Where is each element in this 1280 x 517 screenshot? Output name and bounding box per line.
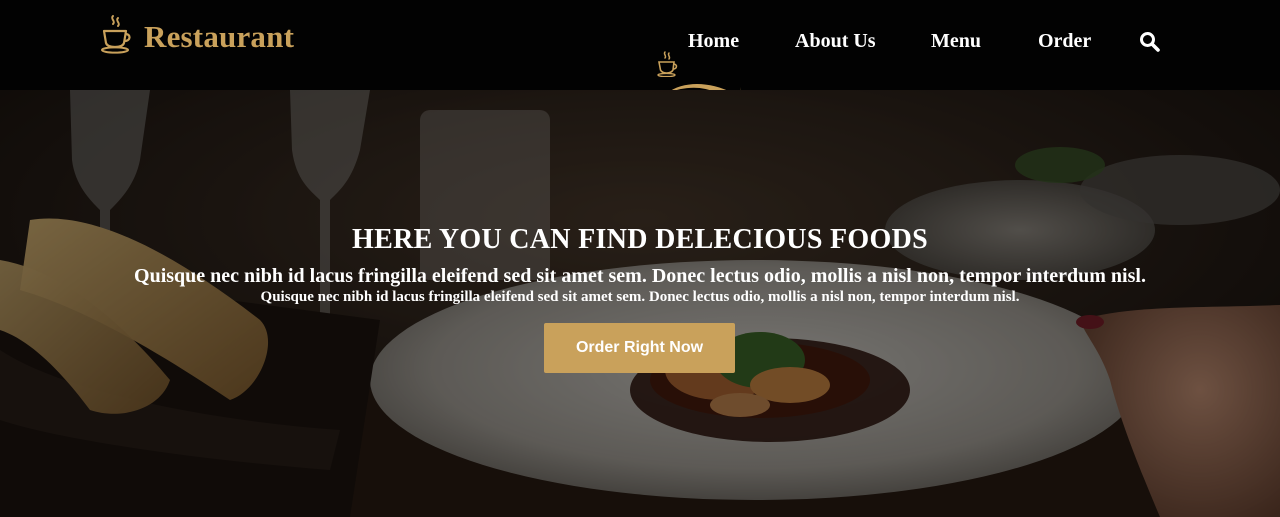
nav-item-about-us[interactable]: About Us	[795, 30, 876, 53]
nav-item-order[interactable]: Order	[1038, 30, 1091, 53]
nav-item-menu[interactable]: Menu	[931, 30, 981, 53]
top-navbar: Restaurant Home About Us Menu Order	[0, 0, 1280, 97]
search-icon[interactable]	[1139, 31, 1161, 58]
order-right-now-button[interactable]: Order Right Now	[544, 323, 735, 373]
nav-item-home[interactable]: Home	[688, 30, 739, 53]
hero-title: HERE YOU CAN FIND DELECIOUS FOODS	[352, 224, 928, 255]
hero-subtitle-large: Quisque nec nibh id lacus fringilla elei…	[134, 265, 1146, 287]
hero-banner: HERE YOU CAN FIND DELECIOUS FOODS Quisqu…	[0, 90, 1280, 517]
active-coffee-cup-icon	[657, 51, 679, 82]
main-nav: Home About Us Menu Order	[0, 24, 1280, 97]
hero-subtitle-small: Quisque nec nibh id lacus fringilla elei…	[260, 289, 1020, 305]
